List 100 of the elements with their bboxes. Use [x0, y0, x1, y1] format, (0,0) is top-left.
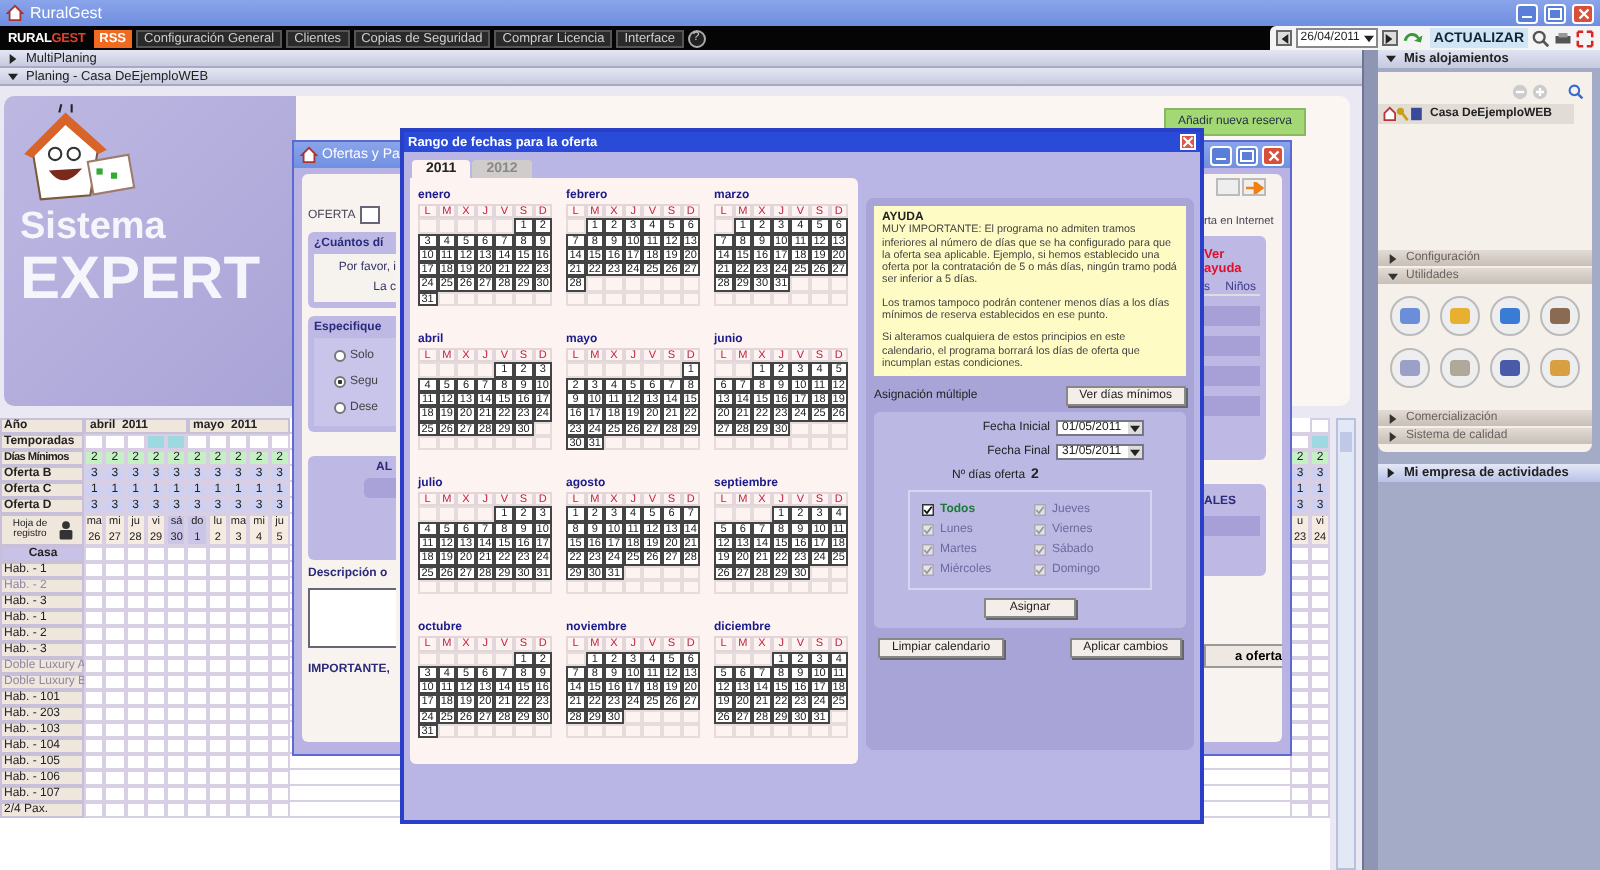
booking-cell[interactable] [248, 786, 270, 802]
booking-cell[interactable] [166, 578, 187, 594]
booking-cell[interactable] [84, 674, 105, 690]
booking-cell[interactable] [166, 770, 187, 786]
booking-cell[interactable] [1310, 626, 1331, 642]
booking-cell[interactable] [269, 738, 290, 754]
booking-cell[interactable] [269, 674, 290, 690]
booking-cell[interactable] [166, 658, 187, 674]
booking-cell[interactable] [125, 802, 146, 818]
booking-cell[interactable] [84, 706, 105, 722]
remove-icon[interactable] [1512, 84, 1528, 100]
booking-cell[interactable] [207, 754, 229, 770]
booking-cell[interactable] [166, 706, 187, 722]
booking-cell[interactable] [84, 722, 105, 738]
booking-cell[interactable] [104, 642, 126, 658]
booking-cell[interactable] [145, 610, 167, 626]
booking-cell[interactable] [228, 610, 249, 626]
booking-cell[interactable] [248, 626, 270, 642]
radio-button[interactable] [334, 376, 346, 388]
booking-cell[interactable] [1310, 642, 1331, 658]
search-icon[interactable] [1532, 29, 1550, 47]
booking-cell[interactable] [166, 674, 187, 690]
booking-cell[interactable] [125, 786, 146, 802]
close-button[interactable] [1180, 134, 1196, 150]
booking-cell[interactable] [269, 786, 290, 802]
booking-cell[interactable] [186, 690, 208, 706]
booking-cell[interactable] [207, 706, 229, 722]
booking-cell[interactable] [145, 722, 167, 738]
booking-cell[interactable] [125, 770, 146, 786]
booking-cell[interactable] [248, 578, 270, 594]
booking-cell[interactable] [125, 722, 146, 738]
booking-cell[interactable] [145, 754, 167, 770]
booking-cell[interactable] [145, 642, 167, 658]
booking-cell[interactable] [145, 594, 167, 610]
round-tool-icon[interactable] [1540, 296, 1580, 336]
booking-cell[interactable] [186, 578, 208, 594]
booking-cell[interactable] [207, 658, 229, 674]
booking-cell[interactable] [228, 706, 249, 722]
booking-cell[interactable] [1310, 738, 1331, 754]
booking-cell[interactable] [1310, 562, 1331, 578]
booking-cell[interactable] [228, 578, 249, 594]
booking-cell[interactable] [125, 658, 146, 674]
booking-cell[interactable] [269, 802, 290, 818]
radio-button[interactable] [334, 350, 346, 362]
booking-cell[interactable] [186, 722, 208, 738]
booking-cell[interactable] [228, 738, 249, 754]
booking-cell[interactable] [1310, 610, 1331, 626]
booking-cell[interactable] [84, 658, 105, 674]
booking-cell[interactable] [1310, 802, 1331, 818]
previous-button[interactable] [1276, 30, 1293, 46]
restore-button[interactable] [1544, 3, 1566, 23]
booking-cell[interactable] [248, 562, 270, 578]
description-field[interactable] [308, 588, 396, 648]
booking-cell[interactable] [166, 562, 187, 578]
booking-cell[interactable] [248, 690, 270, 706]
booking-cell[interactable] [207, 722, 229, 738]
booking-cell[interactable] [1290, 802, 1311, 818]
next-button[interactable] [1381, 30, 1398, 46]
booking-cell[interactable] [104, 626, 126, 642]
booking-cell[interactable] [248, 754, 270, 770]
booking-cell[interactable] [125, 754, 146, 770]
booking-cell[interactable] [84, 754, 105, 770]
booking-cell[interactable] [228, 770, 249, 786]
booking-cell[interactable] [1310, 674, 1331, 690]
booking-cell[interactable] [228, 754, 249, 770]
round-tool-icon[interactable] [1490, 296, 1530, 336]
booking-cell[interactable] [1290, 770, 1311, 786]
booking-cell[interactable] [228, 594, 249, 610]
booking-cell[interactable] [84, 770, 105, 786]
minimize-button[interactable] [1516, 3, 1538, 23]
booking-cell[interactable] [166, 786, 187, 802]
add-icon[interactable] [1532, 84, 1548, 100]
booking-cell[interactable] [145, 562, 167, 578]
printer-icon[interactable] [1554, 29, 1572, 47]
booking-cell[interactable] [207, 642, 229, 658]
booking-cell[interactable] [248, 738, 270, 754]
booking-cell[interactable] [84, 626, 105, 642]
booking-cell[interactable] [1310, 786, 1331, 802]
booking-cell[interactable] [186, 786, 208, 802]
booking-cell[interactable] [186, 706, 208, 722]
booking-cell[interactable] [166, 690, 187, 706]
booking-cell[interactable] [228, 562, 249, 578]
booking-cell[interactable] [248, 610, 270, 626]
booking-cell[interactable] [269, 690, 290, 706]
close-button[interactable] [1262, 145, 1284, 165]
minimize-button[interactable] [1210, 145, 1232, 165]
booking-cell[interactable] [104, 738, 126, 754]
booking-cell[interactable] [186, 770, 208, 786]
booking-cell[interactable] [166, 626, 187, 642]
booking-cell[interactable] [84, 786, 105, 802]
booking-cell[interactable] [125, 578, 146, 594]
booking-cell[interactable] [84, 738, 105, 754]
booking-cell[interactable] [269, 706, 290, 722]
booking-cell[interactable] [84, 642, 105, 658]
booking-cell[interactable] [1310, 770, 1331, 786]
booking-cell[interactable] [145, 674, 167, 690]
booking-cell[interactable] [1310, 594, 1331, 610]
booking-cell[interactable] [1310, 578, 1331, 594]
booking-cell[interactable] [207, 738, 229, 754]
booking-cell[interactable] [84, 562, 105, 578]
